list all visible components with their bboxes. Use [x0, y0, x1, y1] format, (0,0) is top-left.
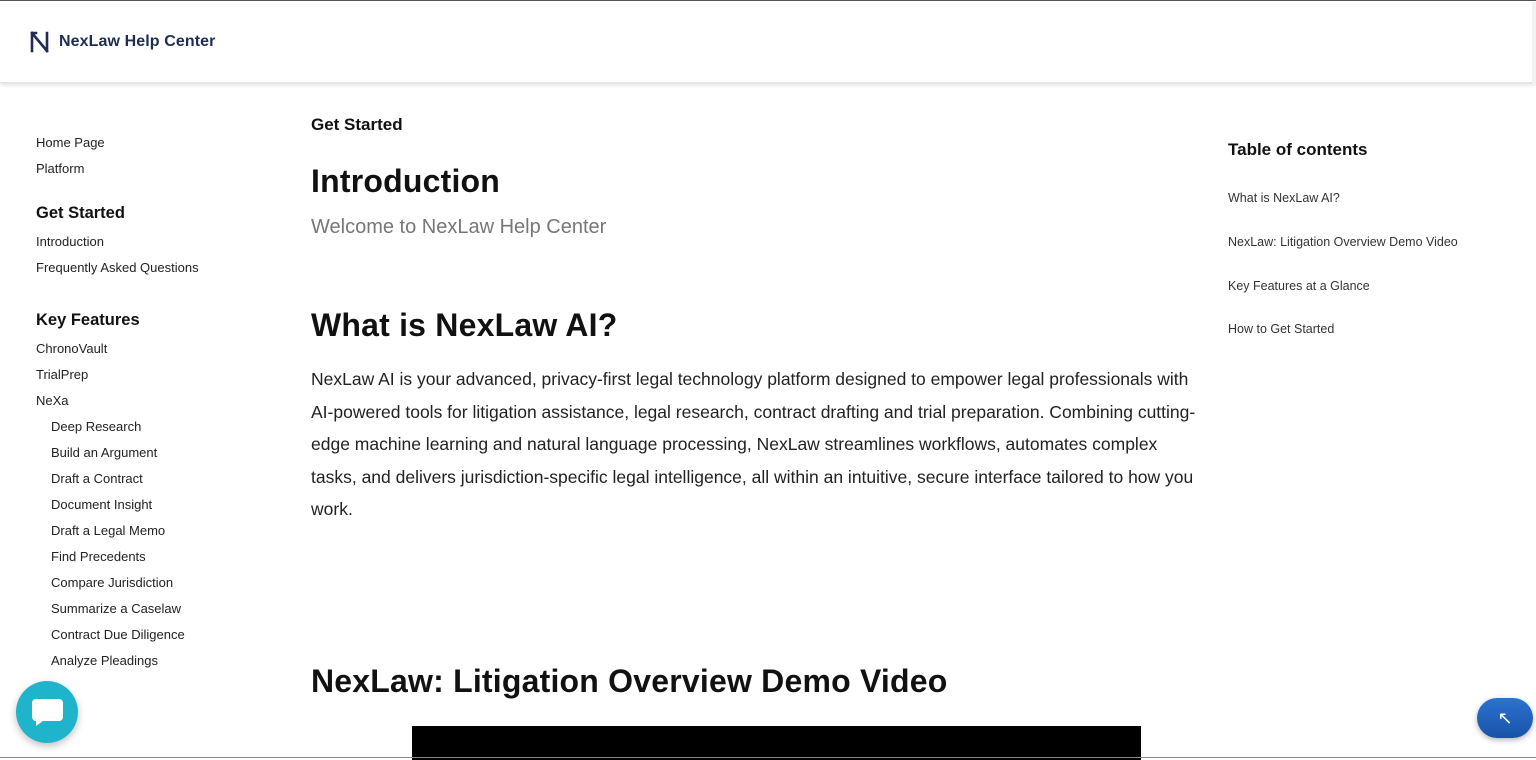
- arrow-up-left-icon: ↖: [1497, 707, 1513, 729]
- sidebar-heading-get-started: Get Started: [36, 204, 125, 222]
- sidebar-item-draft-a-contract[interactable]: Draft a Contract: [36, 466, 143, 492]
- demo-video-player[interactable]: [412, 726, 1141, 760]
- sidebar-item-introduction[interactable]: Introduction: [36, 229, 104, 255]
- sidebar-item-contract-due-diligence[interactable]: Contract Due Diligence: [36, 622, 185, 648]
- breadcrumb: Get Started: [311, 115, 403, 134]
- section-heading-demo-video: NexLaw: Litigation Overview Demo Video: [311, 663, 948, 699]
- brand-name: NexLaw Help Center: [59, 33, 216, 50]
- toc-item-how-to-get-started[interactable]: How to Get Started: [1228, 322, 1334, 336]
- sidebar-item-summarize-a-caselaw[interactable]: Summarize a Caselaw: [36, 596, 181, 622]
- site-header: NexLaw Help Center: [0, 1, 1536, 84]
- sidebar-item-home-page[interactable]: Home Page: [36, 130, 105, 156]
- toc-item-demo-video[interactable]: NexLaw: Litigation Overview Demo Video: [1228, 235, 1458, 249]
- section-paragraph: NexLaw AI is your advanced, privacy-firs…: [311, 369, 1196, 520]
- sidebar-item-find-precedents[interactable]: Find Precedents: [36, 544, 146, 570]
- chat-bubble-icon: [31, 698, 63, 726]
- chat-widget-button[interactable]: [16, 681, 78, 743]
- sidebar-item-draft-a-legal-memo[interactable]: Draft a Legal Memo: [36, 518, 165, 544]
- page-title: Introduction: [311, 163, 501, 199]
- brand-link[interactable]: NexLaw Help Center: [30, 31, 216, 53]
- sidebar-item-analyze-pleadings[interactable]: Analyze Pleadings: [36, 648, 158, 674]
- main-content: Get Started Introduction Welcome to NexL…: [311, 115, 1206, 760]
- sidebar-item-platform[interactable]: Platform: [36, 156, 84, 182]
- nexlaw-logo-icon: [30, 31, 49, 53]
- bottom-border: [0, 757, 1536, 758]
- scroll-to-top-button[interactable]: ↖: [1477, 698, 1533, 738]
- sidebar-item-nexa[interactable]: NeXa: [36, 388, 69, 414]
- sidebar-item-compare-jurisdiction[interactable]: Compare Jurisdiction: [36, 570, 173, 596]
- sidebar-item-chronovault[interactable]: ChronoVault: [36, 336, 107, 362]
- toc-item-what-is-nexlaw[interactable]: What is NexLaw AI?: [1228, 191, 1340, 205]
- toc-item-key-features[interactable]: Key Features at a Glance: [1228, 279, 1370, 293]
- table-of-contents: Table of contents What is NexLaw AI? Nex…: [1228, 140, 1508, 336]
- section-heading-what-is-nexlaw: What is NexLaw AI?: [311, 307, 618, 343]
- sidebar-heading-key-features: Key Features: [36, 311, 140, 329]
- scrollbar[interactable]: [1532, 2, 1536, 84]
- sidebar-item-trialprep[interactable]: TrialPrep: [36, 362, 88, 388]
- sidebar-item-faq[interactable]: Frequently Asked Questions: [36, 255, 199, 281]
- page-subtitle: Welcome to NexLaw Help Center: [311, 216, 607, 238]
- toc-title: Table of contents: [1228, 140, 1368, 159]
- sidebar-item-document-insight[interactable]: Document Insight: [36, 492, 152, 518]
- sidebar-item-deep-research[interactable]: Deep Research: [36, 414, 141, 440]
- sidebar-item-build-an-argument[interactable]: Build an Argument: [36, 440, 157, 466]
